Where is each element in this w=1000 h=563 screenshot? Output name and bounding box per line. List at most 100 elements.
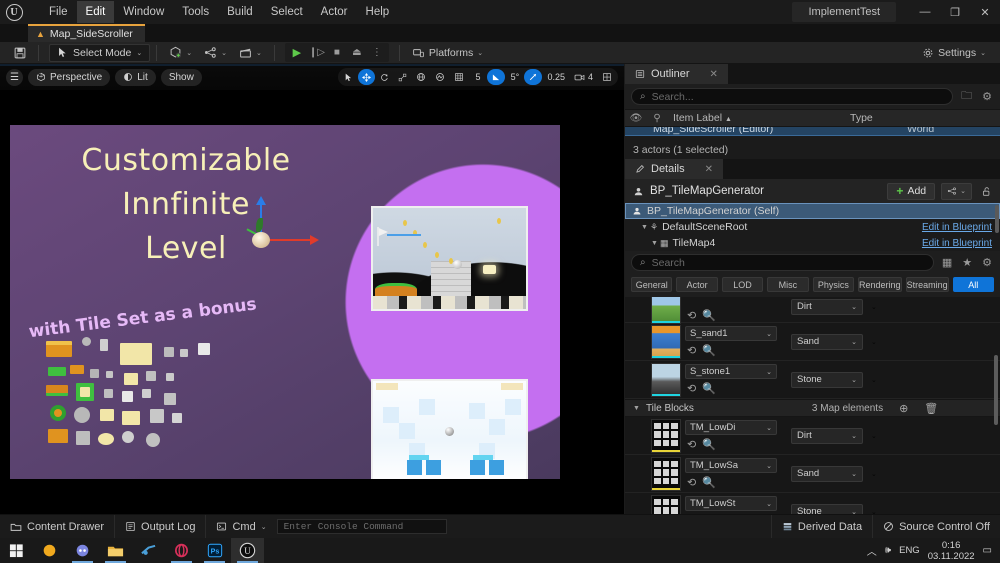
- close-icon-details[interactable]: ✕: [705, 164, 713, 175]
- enum-dropdown-sand[interactable]: Sand ⌄: [791, 333, 863, 350]
- tileblock-thumbnail-dirt[interactable]: [651, 418, 681, 453]
- pin-column-icon[interactable]: ⚲: [647, 113, 667, 124]
- item-label-column[interactable]: Item Label ▲: [667, 112, 850, 124]
- maximize-button[interactable]: ❐: [940, 0, 970, 24]
- taskbar-explorer[interactable]: [99, 538, 132, 563]
- viewport-menu-button[interactable]: ☰: [6, 68, 23, 86]
- menu-file[interactable]: File: [40, 1, 77, 23]
- filter-lod[interactable]: LOD: [721, 277, 764, 292]
- language-indicator[interactable]: ENG: [899, 545, 920, 556]
- asset-dropdown-tb-dirt[interactable]: TM_LowDi ⌄: [685, 420, 777, 435]
- tile-blocks-category[interactable]: ▼ Tile Blocks 3 Map elements ⊕ 🗑: [625, 399, 1000, 417]
- enum-dropdown-tb-sand[interactable]: Sand ⌄: [791, 465, 863, 482]
- enum-expand-icon-dirt[interactable]: ⌄: [871, 303, 877, 311]
- reset-asset-icon-sand[interactable]: ⟲: [687, 344, 696, 357]
- menu-window[interactable]: Window: [114, 1, 173, 23]
- asset-dropdown-tb-sand[interactable]: TM_LowSa ⌄: [685, 458, 777, 473]
- rotate-tool-button[interactable]: [376, 69, 393, 85]
- cmd-dropdown[interactable]: Cmd ⌄: [206, 515, 270, 539]
- tray-expand-icon[interactable]: ︿: [867, 543, 877, 558]
- property-row-stone-sprite[interactable]: S_stone1 ⌄ ⟲ 🔍 Stone ⌄ ⌄: [625, 361, 1000, 399]
- angle-snap-value[interactable]: 5°: [506, 69, 523, 85]
- select-mode-dropdown[interactable]: Select Mode ⌄: [49, 43, 151, 62]
- scale-snap-toggle[interactable]: [524, 69, 543, 85]
- grid-snap-toggle[interactable]: [450, 69, 468, 85]
- property-row-tileblock-dirt[interactable]: TM_LowDi ⌄ ⟲ 🔍 Dirt ⌄ ⌄: [625, 417, 1000, 455]
- move-tool-button[interactable]: [358, 69, 376, 85]
- outliner-row-world[interactable]: Map_SideScroller (Editor) World: [625, 127, 1000, 136]
- filter-misc[interactable]: Misc: [767, 277, 809, 292]
- browse-asset-icon-stone[interactable]: 🔍: [702, 382, 716, 395]
- blueprint-actions-dropdown[interactable]: ⌄: [941, 182, 972, 200]
- taskbar-photoshop[interactable]: Ps: [198, 538, 231, 563]
- enum-dropdown-dirt[interactable]: Dirt ⌄: [791, 298, 863, 315]
- output-log-button[interactable]: Output Log: [115, 514, 207, 539]
- enum-expand-icon-tb-sand[interactable]: ⌄: [871, 470, 877, 478]
- filter-streaming[interactable]: Streaming: [905, 277, 949, 292]
- edit-in-blueprint-link-root[interactable]: Edit in Blueprint: [922, 222, 992, 233]
- component-tree-scrollbar[interactable]: [995, 205, 999, 233]
- skip-button[interactable]: ❙▷: [308, 44, 326, 61]
- source-control-button[interactable]: Source Control Off: [872, 514, 1000, 539]
- taskbar-weather[interactable]: [33, 538, 66, 563]
- asset-dropdown-stone[interactable]: S_stone1 ⌄: [685, 364, 777, 379]
- browse-asset-icon[interactable]: 🔍: [702, 309, 716, 322]
- asset-thumbnail-dirt[interactable]: [651, 297, 681, 324]
- taskbar-opera[interactable]: [165, 538, 198, 563]
- close-icon[interactable]: ✕: [710, 69, 718, 80]
- browse-asset-icon-tb-dirt[interactable]: 🔍: [702, 438, 716, 451]
- filter-actor[interactable]: Actor: [676, 277, 718, 292]
- details-settings-icon[interactable]: ⚙: [980, 256, 994, 269]
- close-button[interactable]: ✕: [970, 0, 1000, 24]
- visibility-column-icon[interactable]: 👁: [625, 113, 647, 124]
- start-button[interactable]: [0, 538, 33, 563]
- scale-snap-value[interactable]: 0.25: [543, 69, 569, 85]
- details-search-input[interactable]: [651, 256, 925, 269]
- asset-thumbnail-stone[interactable]: [651, 362, 681, 397]
- favorites-star-icon[interactable]: ★: [960, 256, 974, 269]
- details-search-box[interactable]: ⌕: [631, 254, 934, 271]
- viewport-layout-button[interactable]: [598, 69, 616, 85]
- menu-tools[interactable]: Tools: [173, 1, 218, 23]
- tab-outliner[interactable]: Outliner ✕: [625, 64, 728, 84]
- lighting-mode-dropdown[interactable]: Lit: [115, 68, 156, 86]
- outliner-settings-icon[interactable]: ⚙: [980, 90, 994, 103]
- platforms-button[interactable]: Platforms ⌄: [406, 44, 489, 62]
- save-button[interactable]: [8, 44, 32, 62]
- menu-select[interactable]: Select: [262, 1, 312, 23]
- grid-snap-value[interactable]: 5: [469, 69, 486, 85]
- tab-map-sidescroller[interactable]: ▲ Map_SideScroller: [28, 24, 145, 42]
- level-viewport[interactable]: Customizable Innfinite Level with Tile S…: [0, 64, 624, 514]
- settings-button[interactable]: Settings ⌄: [916, 44, 992, 62]
- reset-asset-icon[interactable]: ⟲: [687, 309, 696, 322]
- property-row-tileblock-sand[interactable]: TM_LowSa ⌄ ⟲ 🔍 Sand ⌄ ⌄: [625, 455, 1000, 493]
- column-view-icon[interactable]: ▦: [940, 256, 954, 269]
- type-column[interactable]: Type: [850, 112, 1000, 124]
- menu-edit[interactable]: Edit: [76, 1, 115, 23]
- show-flags-dropdown[interactable]: Show: [160, 68, 202, 86]
- angle-snap-toggle[interactable]: [487, 69, 506, 85]
- delete-elements-icon[interactable]: 🗑: [924, 402, 938, 415]
- component-row-root[interactable]: ▼ ⚘ DefaultSceneRoot Edit in Blueprint: [625, 219, 1000, 235]
- enum-expand-icon-stone[interactable]: ⌄: [871, 376, 877, 384]
- asset-thumbnail-sand[interactable]: [651, 324, 681, 359]
- enum-dropdown-tb-dirt[interactable]: Dirt ⌄: [791, 427, 863, 444]
- camera-speed-button[interactable]: 4: [570, 69, 597, 85]
- minimize-button[interactable]: —: [910, 0, 940, 24]
- enum-expand-icon-sand[interactable]: ⌄: [871, 338, 877, 346]
- add-actor-button[interactable]: ⌄: [163, 44, 198, 62]
- eject-button[interactable]: ⏏: [348, 44, 366, 61]
- filter-general[interactable]: General: [631, 277, 673, 292]
- outliner-list[interactable]: Map_SideScroller (Editor) World 3 actors…: [625, 127, 1000, 159]
- browse-asset-icon-sand[interactable]: 🔍: [702, 344, 716, 357]
- menu-help[interactable]: Help: [357, 1, 399, 23]
- property-list-scrollbar[interactable]: [994, 355, 998, 425]
- tree-toggle-icon-2[interactable]: ▼: [649, 240, 660, 247]
- asset-dropdown-tb-stone[interactable]: TM_LowSt ⌄: [685, 496, 777, 511]
- play-button[interactable]: ▶: [288, 44, 306, 61]
- reset-asset-icon-stone[interactable]: ⟲: [687, 382, 696, 395]
- select-tool-button[interactable]: [340, 69, 357, 85]
- taskbar-steam[interactable]: [132, 538, 165, 563]
- menu-actor[interactable]: Actor: [312, 1, 357, 23]
- filter-rendering[interactable]: Rendering: [858, 277, 902, 292]
